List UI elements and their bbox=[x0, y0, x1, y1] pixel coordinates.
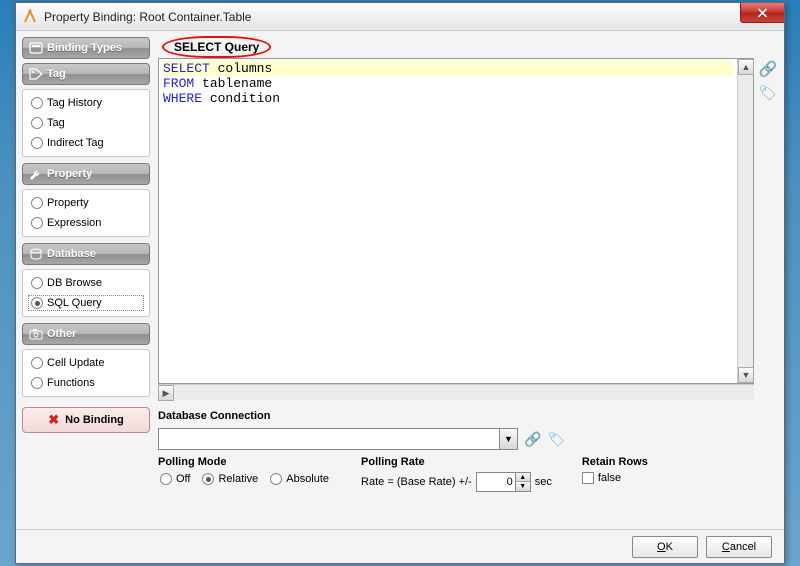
polling-off[interactable]: Off bbox=[158, 472, 192, 486]
retain-rows-checkbox[interactable] bbox=[582, 472, 594, 484]
option-label: Relative bbox=[218, 473, 258, 485]
sidebar-heading-label: Binding Types bbox=[47, 42, 122, 54]
editor-scrollbar-vertical[interactable]: ▲ ▼ bbox=[737, 59, 753, 383]
db-connection-label: Database Connection bbox=[158, 410, 778, 422]
bindings-icon bbox=[29, 42, 43, 54]
editor-side-toolbar: 🔗 🏷 bbox=[758, 58, 778, 400]
scroll-right-icon[interactable]: ▶ bbox=[158, 385, 174, 401]
main-panel: SELECT Query SELECT columns FROM tablenam… bbox=[158, 37, 778, 523]
option-property[interactable]: Property bbox=[29, 196, 143, 210]
db-connection-combo[interactable]: ▼ bbox=[158, 428, 518, 450]
spinner-up-icon[interactable]: ▲ bbox=[516, 473, 530, 482]
scroll-up-icon[interactable]: ▲ bbox=[738, 59, 754, 75]
wrench-icon bbox=[29, 168, 43, 180]
polling-rate-input[interactable] bbox=[476, 472, 516, 492]
scroll-down-icon[interactable]: ▼ bbox=[738, 367, 754, 383]
group-body-database: DB Browse SQL Query bbox=[22, 269, 150, 317]
option-label: Property bbox=[47, 197, 89, 209]
ok-button[interactable]: OK bbox=[632, 536, 698, 558]
polling-rate-label: Polling Rate bbox=[361, 456, 552, 468]
spinner-down-icon[interactable]: ▼ bbox=[516, 482, 530, 491]
group-title: Other bbox=[47, 328, 76, 340]
group-body-tag: Tag History Tag Indirect Tag bbox=[22, 89, 150, 157]
group-header-tag: Tag bbox=[22, 63, 150, 85]
window-close-button[interactable] bbox=[740, 3, 784, 23]
option-label: SQL Query bbox=[47, 297, 102, 309]
no-binding-label: No Binding bbox=[65, 414, 124, 426]
sql-editor[interactable]: SELECT columns FROM tablename WHERE condi… bbox=[159, 59, 737, 383]
option-label: Expression bbox=[47, 217, 101, 229]
insert-link-icon[interactable]: 🔗 bbox=[759, 60, 778, 78]
option-tag-history[interactable]: Tag History bbox=[29, 96, 143, 110]
dialog-footer: OK Cancel bbox=[16, 529, 784, 563]
chevron-down-icon[interactable]: ▼ bbox=[499, 429, 517, 449]
select-query-heading: SELECT Query bbox=[168, 40, 265, 54]
db-connection-input[interactable] bbox=[159, 429, 499, 449]
insert-tag-icon[interactable]: 🏷 bbox=[758, 84, 777, 102]
group-header-database: Database bbox=[22, 243, 150, 265]
polling-rate-suffix: sec bbox=[535, 476, 552, 488]
options-panel: Database Connection ▼ 🔗 🏷 Polling Mode O… bbox=[158, 400, 778, 492]
cancel-button[interactable]: Cancel bbox=[706, 536, 772, 558]
option-label: Absolute bbox=[286, 473, 329, 485]
app-icon bbox=[22, 9, 38, 25]
delete-icon: ✖ bbox=[48, 412, 59, 428]
group-body-property: Property Expression bbox=[22, 189, 150, 237]
option-expression[interactable]: Expression bbox=[29, 216, 143, 230]
tag-icon[interactable]: 🏷 bbox=[547, 431, 565, 448]
sql-editor-wrap: SELECT columns FROM tablename WHERE condi… bbox=[158, 58, 754, 384]
polling-mode-label: Polling Mode bbox=[158, 456, 331, 468]
option-label: Cell Update bbox=[47, 357, 104, 369]
titlebar: Property Binding: Root Container.Table bbox=[16, 3, 784, 31]
option-indirect-tag[interactable]: Indirect Tag bbox=[29, 136, 143, 150]
link-icon[interactable]: 🔗 bbox=[524, 431, 541, 448]
group-title: Property bbox=[47, 168, 92, 180]
group-title: Tag bbox=[47, 68, 66, 80]
dialog-window: Property Binding: Root Container.Table B… bbox=[15, 2, 785, 564]
group-title: Database bbox=[47, 248, 96, 260]
sidebar: Binding Types Tag Tag History Tag Indire… bbox=[22, 37, 150, 523]
text: tablename bbox=[194, 76, 272, 91]
option-label: Off bbox=[176, 473, 190, 485]
window-title: Property Binding: Root Container.Table bbox=[44, 10, 251, 24]
option-sql-query[interactable]: SQL Query bbox=[29, 296, 143, 310]
retain-rows-label: Retain Rows bbox=[582, 456, 648, 468]
polling-absolute[interactable]: Absolute bbox=[268, 472, 331, 486]
camera-icon bbox=[29, 328, 43, 340]
option-label: Tag bbox=[47, 117, 65, 129]
kw-select: SELECT bbox=[163, 61, 210, 76]
database-icon bbox=[29, 248, 43, 260]
group-header-other: Other bbox=[22, 323, 150, 345]
option-functions[interactable]: Functions bbox=[29, 376, 143, 390]
option-label: Tag History bbox=[47, 97, 102, 109]
editor-scrollbar-horizontal[interactable]: ◀ ▶ bbox=[158, 384, 754, 400]
polling-relative[interactable]: Relative bbox=[200, 472, 260, 486]
tag-icon bbox=[29, 68, 43, 80]
text: columns bbox=[210, 61, 272, 76]
group-header-property: Property bbox=[22, 163, 150, 185]
retain-rows-value: false bbox=[598, 472, 621, 484]
kw-from: FROM bbox=[163, 76, 194, 91]
option-db-browse[interactable]: DB Browse bbox=[29, 276, 143, 290]
polling-rate-prefix: Rate = (Base Rate) +/- bbox=[361, 476, 472, 488]
no-binding-button[interactable]: ✖ No Binding bbox=[22, 407, 150, 433]
kw-where: WHERE bbox=[163, 91, 202, 106]
dialog-body: Binding Types Tag Tag History Tag Indire… bbox=[16, 31, 784, 529]
sidebar-heading: Binding Types bbox=[22, 37, 150, 59]
text: condition bbox=[202, 91, 280, 106]
option-label: Functions bbox=[47, 377, 95, 389]
option-label: Indirect Tag bbox=[47, 137, 104, 149]
option-tag[interactable]: Tag bbox=[29, 116, 143, 130]
group-body-other: Cell Update Functions bbox=[22, 349, 150, 397]
option-cell-update[interactable]: Cell Update bbox=[29, 356, 143, 370]
polling-rate-spinner[interactable]: ▲▼ bbox=[476, 472, 531, 492]
option-label: DB Browse bbox=[47, 277, 102, 289]
